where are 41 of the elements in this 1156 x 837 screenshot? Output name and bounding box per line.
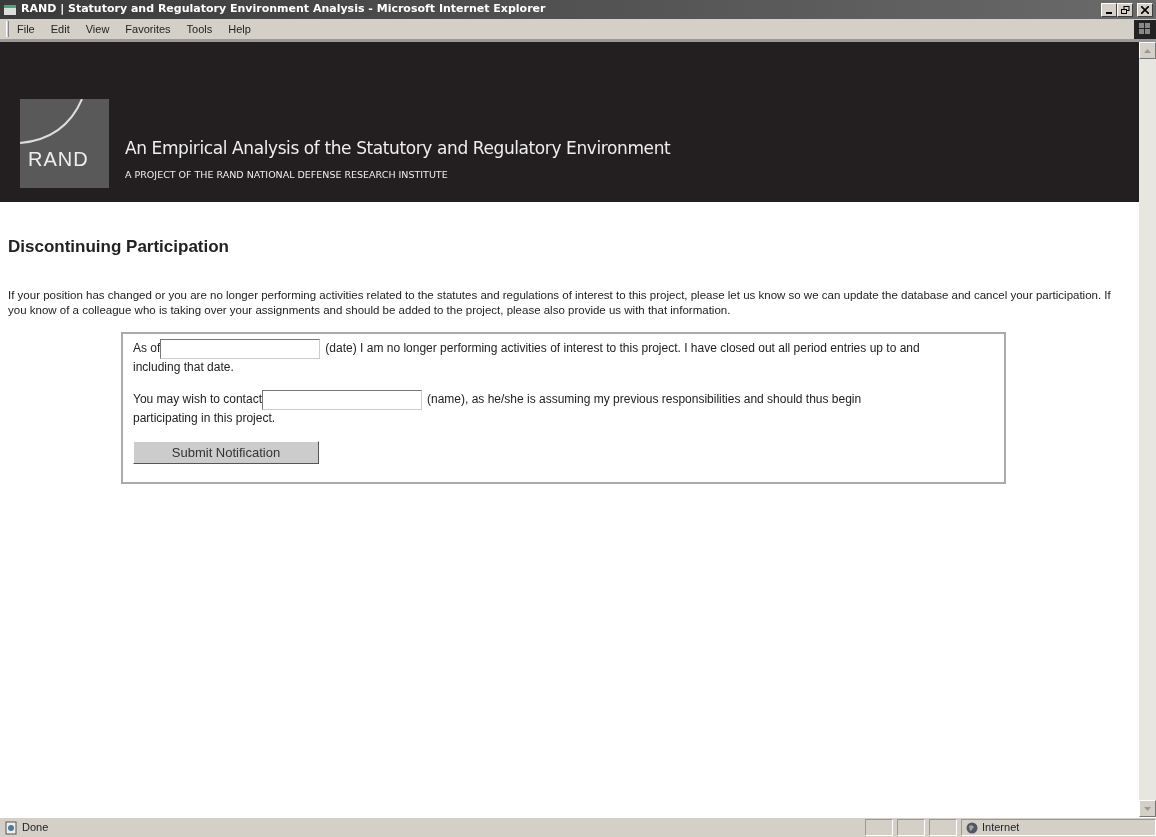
zone-text: Internet (982, 820, 1020, 836)
status-pane (929, 819, 957, 836)
menu-item[interactable]: Tools (178, 20, 221, 38)
site-subtitle: A PROJECT OF THE RAND NATIONAL DEFENSE RESEARCH INSTITUTE (125, 167, 449, 182)
scrollbar[interactable] (1139, 42, 1156, 817)
browser-icon (3, 2, 17, 17)
menu-item[interactable]: Favorites (117, 20, 179, 38)
menu-item[interactable]: Edit (42, 20, 78, 38)
field-description: (name), as he/she is assuming my previous responsibilities and should thus begin (426, 391, 862, 406)
minimize-icon (1106, 11, 1112, 14)
menu-item[interactable]: Help (220, 20, 259, 38)
status-pane (865, 819, 893, 836)
close-icon (1141, 5, 1149, 14)
scroll-down-button[interactable] (1139, 800, 1156, 817)
input-field[interactable] (160, 338, 321, 359)
menu-item[interactable]: File (9, 20, 43, 38)
field-description: participating in this project. (133, 410, 276, 425)
scroll-up-button[interactable] (1139, 42, 1156, 59)
logo: RAND (20, 99, 109, 188)
field-description: including that date. (133, 359, 234, 374)
field-label: As of (133, 340, 161, 355)
restore-button[interactable] (1117, 2, 1133, 17)
submit-button[interactable]: Submit Notification (133, 440, 319, 464)
down-arrow-icon (1144, 806, 1151, 811)
menu-item[interactable]: View (77, 20, 118, 38)
input-field[interactable] (261, 389, 422, 410)
site-title: An Empirical Analysis of the Statutory and Regulatory Environment (125, 137, 671, 161)
up-arrow-icon (1144, 48, 1151, 53)
field-label: You may wish to contact (133, 391, 262, 406)
page-icon (4, 820, 18, 835)
close-button[interactable] (1137, 2, 1153, 17)
status-pane (897, 819, 925, 836)
window-title: RAND | Statutory and Regulatory Environment Analysis - Microsoft Internet Explorer (21, 1, 546, 18)
status-text: Done (22, 820, 49, 836)
minimize-button[interactable] (1101, 2, 1117, 17)
page-heading: Discontinuing Participation (8, 236, 230, 258)
globe-icon (966, 821, 978, 834)
intro-paragraph: If your position has changed or you are no longer performing activities related to the statutes and regulations of interest to this project, please let us know so we can update the database and cancel your participation. If you know of a colleague who is taking over your assignments and should be added to the project, please also provide us with that information. (8, 287, 1112, 318)
restore-icon (1120, 5, 1130, 14)
windows-logo-icon (1134, 19, 1156, 39)
field-description: (date) I am no longer performing activities of interest to this project. I have closed out all period entries up to and (325, 340, 920, 355)
